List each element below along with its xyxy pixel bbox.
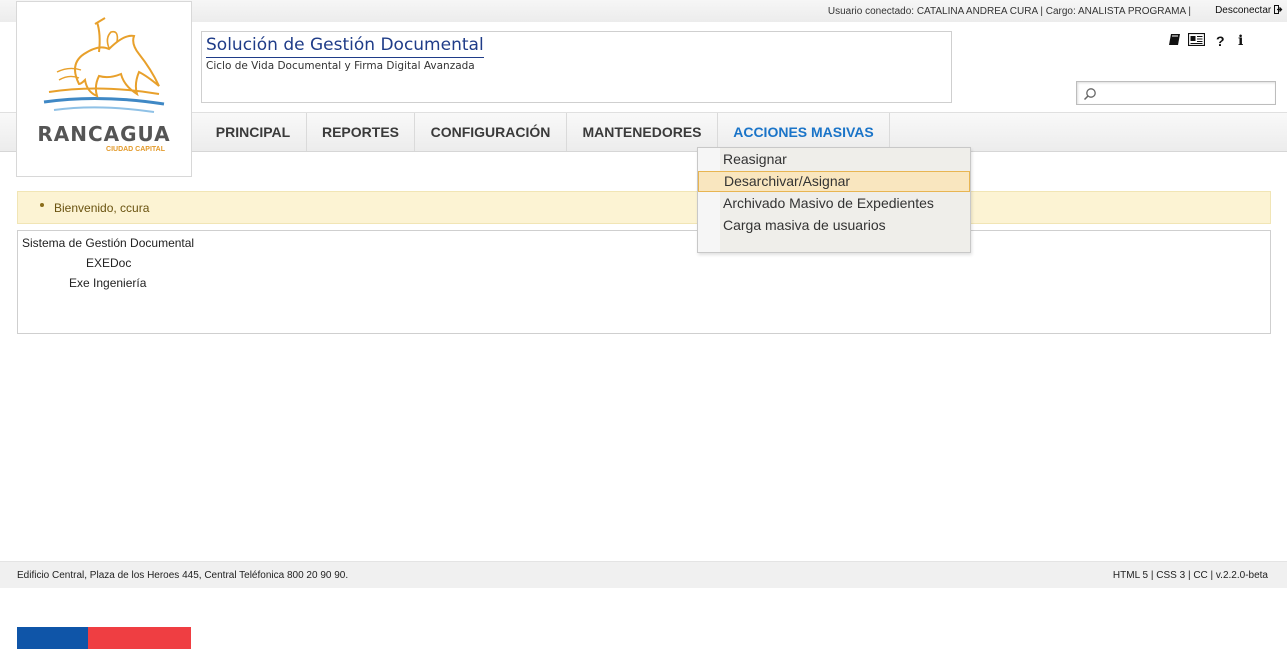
- footer: Edificio Central, Plaza de los Heroes 44…: [0, 561, 1287, 588]
- nav-item-reportes[interactable]: REPORTES: [307, 113, 415, 151]
- menu-item-archivado-masivo[interactable]: Archivado Masivo de Expedientes: [698, 193, 970, 214]
- nav-item-mantenedores[interactable]: MANTENEDORES: [567, 113, 718, 151]
- system-name: Sistema de Gestión Documental: [22, 236, 195, 250]
- logout-link[interactable]: Desconectar: [1215, 5, 1283, 16]
- product-name: EXEDoc: [86, 256, 132, 270]
- system-info-box: Sistema de Gestión Documental EXEDoc Exe…: [17, 230, 1271, 334]
- main-nav: PRINCIPAL REPORTES CONFIGURACIÓN MANTENE…: [0, 112, 1287, 152]
- flag-blue-stripe: [17, 627, 88, 649]
- nav-item-principal[interactable]: PRINCIPAL: [200, 113, 307, 151]
- bullet: [40, 203, 44, 207]
- footer-address: Edificio Central, Plaza de los Heroes 44…: [17, 570, 349, 581]
- company-name: Exe Ingeniería: [69, 276, 147, 290]
- menu-item-desarchivar-asignar[interactable]: Desarchivar/Asignar: [698, 171, 970, 192]
- book-icon[interactable]: [1168, 33, 1181, 49]
- app-subtitle: Ciclo de Vida Documental y Firma Digital…: [206, 60, 475, 72]
- search-icon: [1083, 88, 1096, 101]
- top-bar: Usuario conectado: CATALINA ANDREA CURA …: [0, 0, 1287, 23]
- search-input[interactable]: [1101, 84, 1275, 104]
- menu-item-carga-masiva-usuarios[interactable]: Carga masiva de usuarios: [698, 215, 970, 236]
- logout-label: Desconectar: [1215, 5, 1272, 16]
- acciones-masivas-menu: Reasignar Desarchivar/Asignar Archivado …: [697, 147, 971, 253]
- user-info: Usuario conectado: CATALINA ANDREA CURA …: [827, 6, 1191, 17]
- help-icon[interactable]: ?: [1216, 33, 1225, 49]
- footer-tech: HTML 5 | CSS 3 | CC | v.2.2.0-beta: [1112, 570, 1268, 581]
- welcome-message: Bienvenido, ccura: [17, 191, 1271, 224]
- horse-rider-logo-icon: [43, 17, 165, 113]
- search-box: [1076, 81, 1276, 105]
- flag-red-stripe: [88, 627, 191, 649]
- welcome-text: Bienvenido, ccura: [54, 201, 150, 215]
- page: Usuario conectado: CATALINA ANDREA CURA …: [0, 0, 1287, 653]
- info-icon[interactable]: i: [1238, 33, 1243, 49]
- app-title-box: Solución de Gestión Documental Ciclo de …: [201, 31, 952, 103]
- nav-item-configuracion[interactable]: CONFIGURACIÓN: [415, 113, 567, 151]
- exit-arrow-icon: [1274, 5, 1283, 14]
- app-title: Solución de Gestión Documental: [206, 35, 484, 58]
- menu-item-reasignar[interactable]: Reasignar: [698, 149, 970, 170]
- newspaper-icon[interactable]: [1187, 32, 1206, 49]
- logo-title: RANCAGUA: [37, 122, 171, 146]
- logo[interactable]: RANCAGUA CIUDAD CAPITAL: [16, 1, 192, 177]
- logo-subtitle: CIUDAD CAPITAL: [106, 146, 165, 153]
- nav-item-acciones-masivas[interactable]: ACCIONES MASIVAS: [718, 113, 890, 151]
